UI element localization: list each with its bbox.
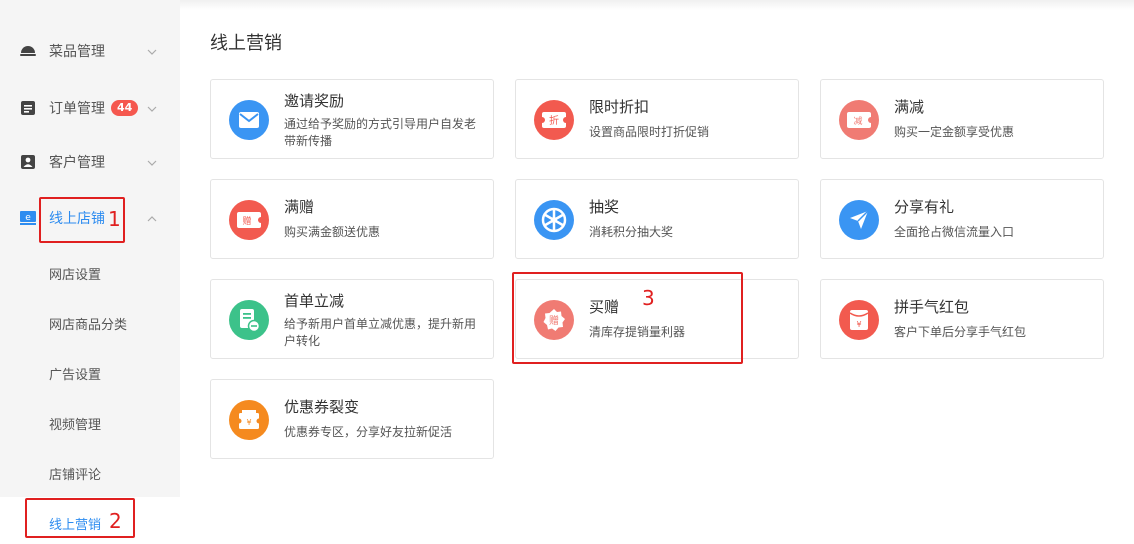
annotation-number-3: 3 (642, 286, 655, 310)
submenu-store-reviews[interactable]: 店铺评论 (0, 453, 180, 493)
submenu-label: 广告设置 (49, 367, 102, 383)
card-limited-discount[interactable]: 折 限时折扣 设置商品限时打折促销 (515, 79, 799, 159)
page-title: 线上营销 (210, 33, 282, 54)
card-lottery[interactable]: 抽奖 消耗积分抽大奖 (515, 179, 799, 259)
card-title: 拼手气红包 (894, 298, 970, 316)
card-title: 满赠 (284, 198, 315, 216)
svg-text:¥: ¥ (856, 320, 861, 329)
menu-order-management[interactable]: 订单管理 44 (0, 88, 180, 128)
card-desc: 消耗积分抽大奖 (589, 225, 674, 239)
svg-text:折: 折 (549, 114, 559, 127)
menu-dish-management[interactable]: 菜品管理 (0, 31, 180, 71)
svg-text:e: e (25, 213, 31, 223)
annotation-number-2: 2 (109, 509, 122, 533)
store-icon: e (20, 210, 36, 226)
customer-icon (20, 154, 36, 170)
card-share-gift[interactable]: 分享有礼 全面抢占微信流量入口 (820, 179, 1104, 259)
card-invite-reward[interactable]: 邀请奖励 通过给予奖励的方式引导用户自发老带新传播 (210, 79, 494, 159)
envelope-icon (229, 100, 269, 140)
menu-label: 订单管理 (49, 101, 105, 117)
submenu-label: 网店设置 (49, 267, 102, 283)
menu-label: 客户管理 (49, 155, 105, 171)
card-title: 邀请奖励 (284, 92, 345, 110)
reduction-ticket-icon: 减 (839, 100, 879, 140)
chevron-down-icon (147, 102, 157, 115)
first-order-icon (229, 300, 269, 340)
menu-customer-management[interactable]: 客户管理 (0, 142, 180, 182)
card-desc: 购买满金额送优惠 (284, 225, 381, 239)
card-title: 分享有礼 (894, 198, 955, 216)
order-icon (20, 100, 36, 116)
svg-text:¥: ¥ (246, 418, 251, 427)
card-desc: 给予新用户首单立减优惠，提升新用户转化 (284, 317, 477, 348)
submenu-label: 网店商品分类 (49, 317, 128, 333)
coupon-icon: ¥ (229, 400, 269, 440)
svg-text:赠: 赠 (242, 215, 251, 227)
submenu-product-categories[interactable]: 网店商品分类 (0, 303, 180, 343)
card-full-gift[interactable]: 赠 满赠 购买满金额送优惠 (210, 179, 494, 259)
gift-ticket-icon: 赠 (229, 200, 269, 240)
card-full-reduction[interactable]: 减 满减 购买一定金额享受优惠 (820, 79, 1104, 159)
chevron-down-icon (147, 45, 157, 58)
card-title: 抽奖 (589, 198, 620, 216)
paper-plane-icon (839, 200, 879, 240)
card-lucky-red-packet[interactable]: ¥ 拼手气红包 客户下单后分享手气红包 (820, 279, 1104, 359)
submenu-label: 视频管理 (49, 417, 102, 433)
card-title: 满减 (894, 98, 925, 116)
submenu-label: 店铺评论 (49, 467, 102, 483)
card-title: 限时折扣 (589, 98, 650, 116)
top-shadow (180, 0, 1134, 10)
chevron-down-icon (147, 156, 157, 169)
annotation-number-1: 1 (108, 207, 121, 231)
card-desc: 设置商品限时打折促销 (589, 125, 710, 139)
menu-label: 菜品管理 (49, 44, 105, 60)
card-title: 首单立减 (284, 292, 345, 310)
sidebar: 菜品管理 订单管理 44 客户管理 e 线上店铺 网店设置 网店商品分类 广告设… (0, 0, 180, 497)
red-packet-icon: ¥ (839, 300, 879, 340)
card-desc: 客户下单后分享手气红包 (894, 325, 1027, 339)
card-desc: 全面抢占微信流量入口 (894, 225, 1015, 239)
card-desc: 优惠券专区，分享好友拉新促活 (284, 425, 453, 439)
card-title: 优惠券裂变 (284, 398, 360, 416)
card-coupon-fission[interactable]: ¥ 优惠券裂变 优惠券专区，分享好友拉新促活 (210, 379, 494, 459)
card-desc: 通过给予奖励的方式引导用户自发老带新传播 (284, 117, 477, 148)
wheel-icon (534, 200, 574, 240)
chevron-up-icon (147, 212, 157, 225)
card-desc: 购买一定金额享受优惠 (894, 125, 1015, 139)
submenu-store-settings[interactable]: 网店设置 (0, 253, 180, 293)
svg-text:减: 减 (853, 115, 862, 127)
discount-ticket-icon: 折 (534, 100, 574, 140)
submenu-ad-settings[interactable]: 广告设置 (0, 353, 180, 393)
card-first-order-discount[interactable]: 首单立减 给予新用户首单立减优惠，提升新用户转化 (210, 279, 494, 359)
dish-icon (20, 43, 36, 59)
annotation-box-3 (512, 272, 743, 364)
submenu-video-management[interactable]: 视频管理 (0, 403, 180, 443)
order-count-badge: 44 (111, 100, 139, 116)
